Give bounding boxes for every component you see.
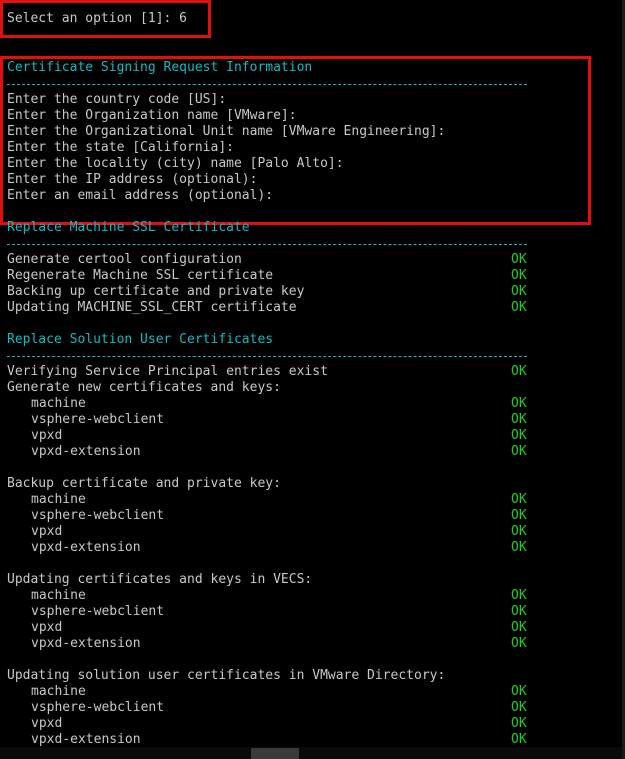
ok-status: OK [511,428,527,443]
solution-user-item: vpxd-extension [31,444,141,459]
window-bottom-edge [0,747,625,759]
solution-user-item: vpxd-extension [31,540,141,555]
ok-status: OK [511,540,527,555]
ok-status: OK [511,732,527,747]
ok-status: OK [511,716,527,731]
solution-user-item: vsphere-webclient [31,508,165,523]
taskbar-tab[interactable] [251,748,299,759]
solution-user-item: vsphere-webclient [31,604,165,619]
solution-user-item: vpxd-extension [31,732,141,747]
solution-user-item: vsphere-webclient [31,412,165,427]
machine-ssl-section-rule [7,244,527,245]
ok-status: OK [511,396,527,411]
ok-status: OK [511,604,527,619]
ok-status: OK [511,300,527,315]
group-heading-generate: Generate new certificates and keys: [7,380,281,395]
solution-user-item: vpxd-extension [31,636,141,651]
ok-status: OK [511,588,527,603]
solution-user-item: vpxd [31,428,63,443]
group-heading-backup: Backup certificate and private key: [7,476,281,491]
solution-user-item: vpxd [31,620,63,635]
prompt-highlight-box [0,0,211,38]
ok-status: OK [511,412,527,427]
ok-status: OK [511,444,527,459]
ok-status: OK [511,620,527,635]
terminal-window[interactable]: Select an option [1]: 6 Certificate Sign… [0,0,625,759]
ok-status: OK [511,508,527,523]
ok-status: OK [511,700,527,715]
solution-users-section-rule [7,356,527,357]
machine-ssl-step: Updating MACHINE_SSL_CERT certificate [7,300,297,315]
ok-status: OK [511,268,527,283]
solution-users-section-title: Replace Solution User Certificates [7,332,274,347]
verify-principals-step: Verifying Service Principal entries exis… [7,364,328,379]
solution-user-item: machine [31,492,86,507]
ok-status: OK [511,492,527,507]
machine-ssl-step: Generate certool configuration [7,252,242,267]
solution-user-item: vpxd [31,716,63,731]
ok-status: OK [511,684,527,699]
solution-user-item: vpxd [31,524,63,539]
ok-status: OK [511,284,527,299]
solution-user-item: vsphere-webclient [31,700,165,715]
ok-status: OK [511,524,527,539]
machine-ssl-step: Backing up certificate and private key [7,284,305,299]
ok-status: OK [511,252,527,267]
machine-ssl-step: Regenerate Machine SSL certificate [7,268,274,283]
group-heading-vecs: Updating certificates and keys in VECS: [7,572,313,587]
solution-user-item: machine [31,396,86,411]
csr-highlight-box [0,56,591,225]
ok-status: OK [511,364,527,379]
group-heading-vmdir: Updating solution user certificates in V… [7,668,446,683]
ok-status: OK [511,636,527,651]
solution-user-item: machine [31,684,86,699]
machine-ssl-section-title: Replace Machine SSL Certificate [7,220,250,235]
solution-user-item: machine [31,588,86,603]
